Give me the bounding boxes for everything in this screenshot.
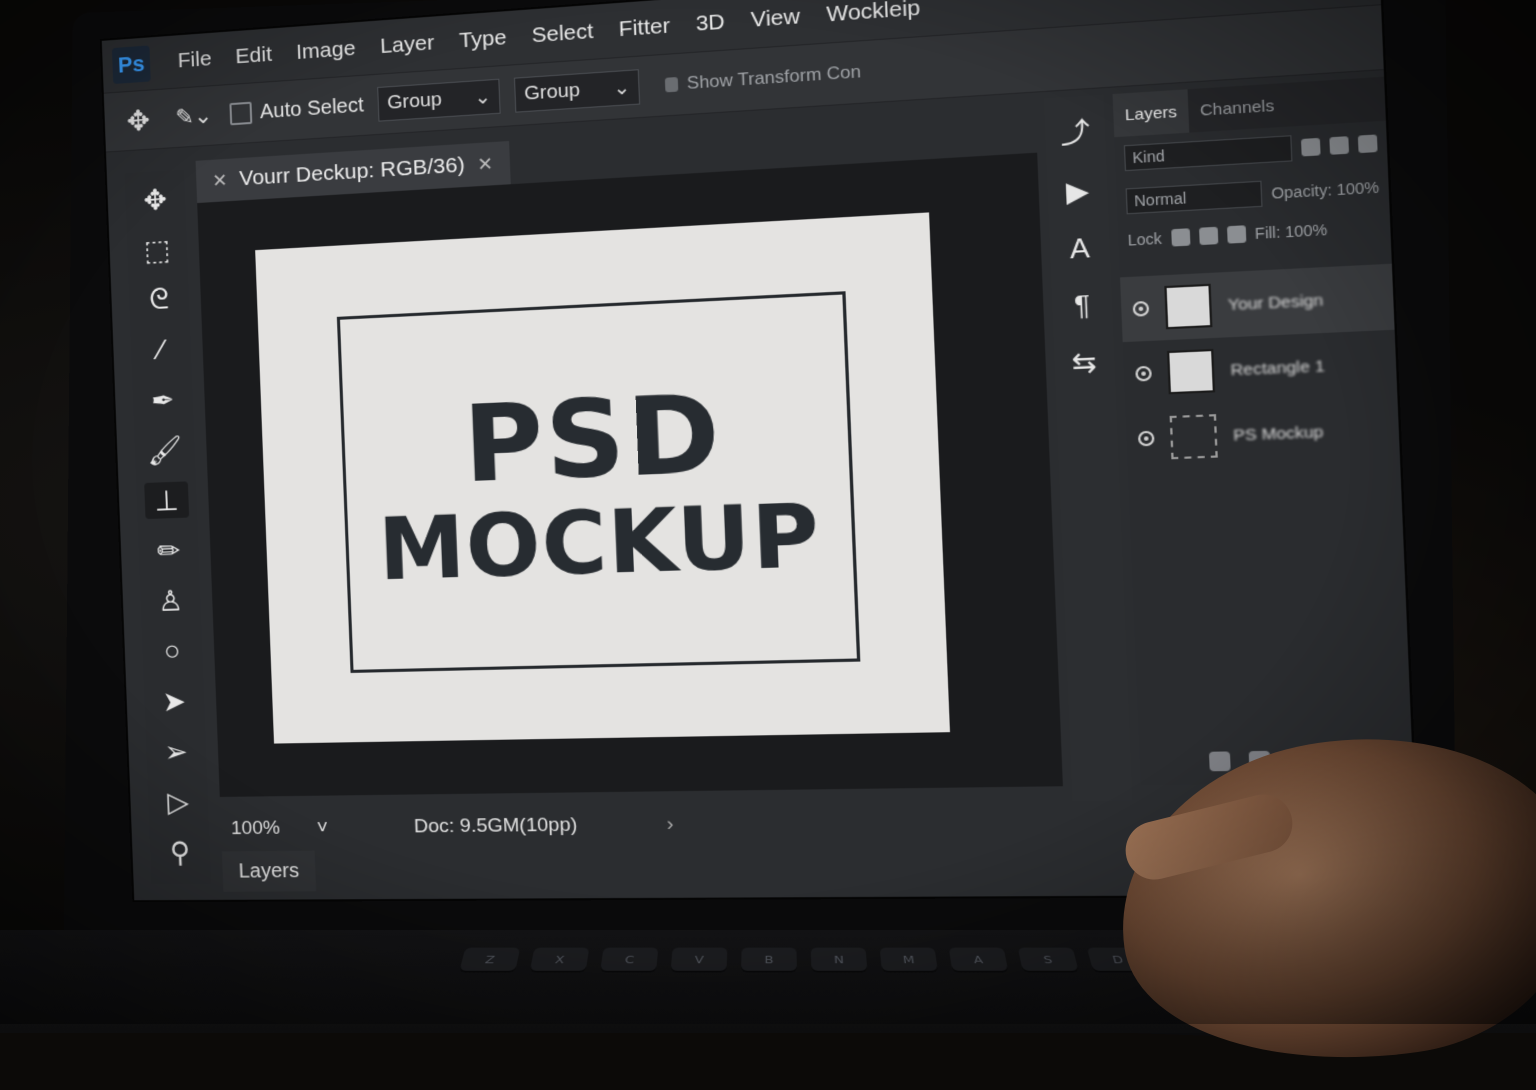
tool-preset-icon[interactable]: ✎⌄ [171,102,216,131]
auto-select-target-select[interactable]: Group ⌄ [377,78,501,122]
canvas-area[interactable]: PSD MOCKUP [197,152,1063,797]
document-title: Vourr Deckup: RGB/36) [238,153,466,191]
eyedropper-tool-icon[interactable]: ✒ [140,381,185,419]
menu-edit[interactable]: Edit [225,42,282,70]
adjustments-icon[interactable]: ⇆ [1071,346,1097,380]
pencil-tool-icon[interactable]: ✏ [146,532,191,570]
close-icon[interactable]: ✕ [477,153,494,176]
layer-thumbnail [1166,348,1216,395]
layer-thumbnail [1164,283,1213,330]
lock-pixels-icon[interactable] [1170,228,1190,247]
zoom-field[interactable]: 100% ˅ [221,817,329,840]
key: S [1017,947,1080,973]
transform-label: Show Transform Con [686,61,862,94]
filter-type-icon[interactable] [1357,134,1378,154]
lock-position-icon[interactable] [1198,226,1218,246]
menu-file[interactable]: File [167,46,222,74]
layer-list: Your Design Rectangle 1 PS Mockup [1120,263,1400,472]
layers-bottom-tab[interactable]: Layers [221,850,317,892]
tools-panel: ✥ ⬚ ᘓ ⁄ ✒ 🖌 ⊥ ✏ ♙ ○ ➤ ➢ ▷ ⚲ [124,169,212,885]
auto-select-option[interactable]: Auto Select [229,94,364,126]
menu-image[interactable]: Image [286,36,367,66]
layer-name: PS Mockup [1232,422,1324,445]
opacity-label[interactable]: Opacity: 100% [1271,178,1380,202]
history-brush-tool-icon[interactable]: ♙ [148,582,193,619]
pointer-tool-icon[interactable]: ▷ [156,783,201,820]
key: A [948,947,1009,973]
link-layers-icon[interactable] [1208,751,1231,772]
chevron-down-icon: ˅ [316,816,329,839]
menu-3d[interactable]: 3D [685,9,737,38]
menu-type[interactable]: Type [448,25,517,55]
headline-mockup: MOCKUP [376,483,823,600]
brush-tool-icon[interactable]: 🖌 [142,431,187,469]
key: V [670,947,728,973]
ellipse-tool-icon[interactable]: ○ [150,632,195,669]
status-bar: 100% ˅ Doc: 9.5GM(10pp) › [220,801,1065,847]
doc-size-info: Doc: 9.5GM(10pp) [413,814,578,838]
chevron-down-icon: ⌄ [473,85,492,109]
menu-select[interactable]: Select [521,19,605,50]
menu-filter[interactable]: Fitter [608,13,682,43]
path-select-tool-icon[interactable]: ➤ [152,682,197,719]
group-select[interactable]: Group ⌄ [514,69,641,113]
menu-window[interactable]: Wockleip [815,0,932,29]
lasso-tool-icon[interactable]: ᘓ [137,281,182,319]
play-actions-icon[interactable]: ▶ [1065,174,1089,209]
marquee-tool-icon[interactable]: ⬚ [135,230,180,269]
stamp-tool-icon[interactable]: ⊥ [144,481,190,520]
close-icon[interactable]: ✕ [212,169,228,191]
photoshop-screen: Ps File Edit Image Layer Type Select Fit… [101,0,1419,901]
direct-select-tool-icon[interactable]: ➢ [154,733,199,770]
blend-mode-select[interactable]: Normal [1125,180,1263,215]
visibility-eye-icon[interactable] [1137,430,1155,447]
paragraph-icon[interactable]: ¶ [1074,289,1091,323]
key: X [529,947,590,973]
layer-row[interactable]: Your Design [1120,263,1395,343]
tab-channels[interactable]: Channels [1188,96,1286,121]
magic-wand-tool-icon[interactable]: ⁄ [138,331,183,369]
filter-adjustment-icon[interactable] [1329,136,1350,155]
mockup-frame: PSD MOCKUP [336,291,861,673]
menu-view[interactable]: View [739,4,811,34]
key: B [741,947,798,973]
key: M [879,947,939,973]
photoshop-logo-icon: Ps [111,45,151,85]
show-transform-controls[interactable]: Show Transform Con [665,61,861,95]
group-select-value: Group [523,79,581,105]
layer-row[interactable]: PS Mockup [1125,396,1400,472]
layer-kind-select[interactable]: Kind [1123,135,1293,172]
move-tool-icon[interactable]: ✥ [133,180,178,219]
auto-select-target-value: Group [386,88,443,114]
auto-select-label: Auto Select [259,93,365,123]
artboard[interactable]: PSD MOCKUP [255,212,950,744]
transform-toggle-icon [665,76,679,93]
layer-group-thumbnail [1169,414,1218,460]
fill-label[interactable]: Fill: 100% [1255,221,1328,242]
menu-layer[interactable]: Layer [369,30,445,60]
lock-label: Lock [1127,229,1163,249]
visibility-eye-icon[interactable] [1132,300,1150,317]
key: Z [459,947,521,973]
layers-panel: Layers Channels Kind Normal Opacity: 100… [1112,76,1419,786]
tab-layers[interactable]: Layers [1112,89,1190,138]
key: N [810,947,868,973]
lock-all-icon[interactable] [1226,225,1246,244]
chevron-right-icon[interactable]: › [666,813,674,836]
history-icon[interactable]: ⤴ [1059,111,1091,153]
move-tool-icon[interactable]: ✥ [118,103,159,139]
layer-name: Your Design [1227,290,1324,314]
filter-pixel-icon[interactable] [1300,137,1321,157]
headline-psd: PSD [461,370,725,508]
layer-row[interactable]: Rectangle 1 [1123,330,1398,407]
chevron-down-icon: ⌄ [612,76,631,100]
character-icon[interactable]: A [1069,231,1090,265]
key: C [600,947,659,973]
visibility-eye-icon[interactable] [1135,365,1152,382]
auto-select-checkbox[interactable] [229,101,253,126]
zoom-value: 100% [230,817,281,840]
layer-name: Rectangle 1 [1230,356,1326,380]
zoom-tool-icon[interactable]: ⚲ [157,833,202,870]
